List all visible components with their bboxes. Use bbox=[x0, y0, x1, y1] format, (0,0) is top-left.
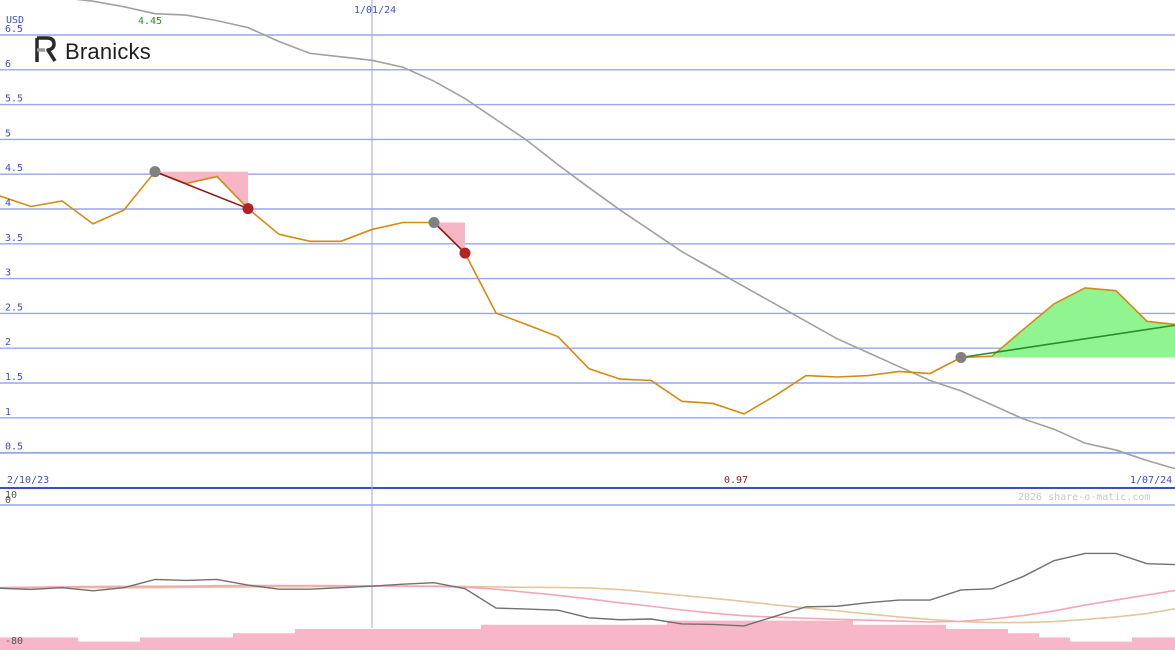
volume-bar bbox=[326, 629, 357, 650]
volume-bar bbox=[822, 620, 853, 650]
volume-bar bbox=[1101, 641, 1132, 650]
volume-bar bbox=[481, 624, 512, 650]
volume-bar bbox=[140, 637, 171, 650]
oscillator-fast-line bbox=[0, 584, 1175, 623]
y-tick-label: 6 bbox=[5, 59, 11, 70]
volume-bar bbox=[295, 629, 326, 650]
volume-bar bbox=[1008, 633, 1039, 650]
trade-exit-marker bbox=[242, 203, 254, 215]
volume-bar bbox=[636, 624, 667, 650]
volume-bar bbox=[791, 620, 822, 650]
y-tick-label: 4.5 bbox=[5, 163, 23, 174]
price-line bbox=[0, 170, 1175, 415]
y-tick-label: 0.5 bbox=[5, 442, 23, 453]
volume-bar bbox=[1070, 641, 1101, 650]
osc-tick-label: 0 bbox=[5, 495, 11, 506]
osc-tick-label: -80 bbox=[5, 636, 23, 647]
volume-bar bbox=[233, 633, 264, 650]
x-label-end: 1/07/24 bbox=[1130, 475, 1172, 486]
y-tick-label: 5 bbox=[5, 128, 11, 139]
trade-exit-marker bbox=[459, 247, 471, 259]
volume-bar bbox=[419, 629, 450, 650]
volume-bar bbox=[388, 629, 419, 650]
volume-bar bbox=[1163, 637, 1175, 650]
trade-entry-marker bbox=[955, 352, 967, 364]
volume-bar bbox=[667, 620, 698, 650]
volume-bar bbox=[853, 624, 884, 650]
y-tick-label: 1.5 bbox=[5, 372, 23, 383]
y-tick-label: 5.5 bbox=[5, 94, 23, 105]
volume-bar bbox=[47, 637, 78, 650]
volume-bar bbox=[78, 641, 109, 650]
gain-trade-fill bbox=[961, 287, 1175, 358]
x-label-start: 2/10/23 bbox=[7, 475, 49, 486]
moving-average-line bbox=[75, 0, 1175, 470]
volume-bar bbox=[884, 624, 915, 650]
y-tick-label: 1 bbox=[5, 407, 11, 418]
trough-price-label: 0.97 bbox=[724, 475, 748, 486]
volume-bar bbox=[946, 629, 977, 650]
branicks-logo-icon bbox=[33, 35, 59, 69]
price-grid bbox=[0, 0, 1175, 628]
volume-bar bbox=[977, 629, 1008, 650]
price-series bbox=[0, 0, 1175, 470]
oscillator-panel bbox=[0, 552, 1175, 650]
brand-logo: Branicks bbox=[33, 35, 151, 69]
y-tick-label: 2 bbox=[5, 337, 11, 348]
volume-bar bbox=[357, 629, 388, 650]
volume-bar bbox=[450, 629, 481, 650]
y-tick-label: 3.5 bbox=[5, 233, 23, 244]
stock-chart: USD 2/10/23 1/01/24 1/07/24 4.45 0.97 20… bbox=[0, 0, 1175, 650]
volume-bar bbox=[202, 637, 233, 650]
brand-name: Branicks bbox=[65, 39, 151, 64]
watermark: 2026 share-o-matic.com bbox=[1018, 492, 1150, 503]
volume-bar bbox=[1039, 637, 1070, 650]
trade-entry-marker bbox=[149, 166, 161, 178]
volume-bar bbox=[574, 624, 605, 650]
volume-bar bbox=[109, 641, 140, 650]
volume-bar bbox=[543, 624, 574, 650]
volume-bar bbox=[760, 620, 791, 650]
peak-price-label: 4.45 bbox=[138, 16, 162, 27]
volume-bar bbox=[512, 624, 543, 650]
x-label-marker: 1/01/24 bbox=[354, 5, 396, 16]
volume-bar bbox=[264, 633, 295, 650]
volume-bar bbox=[1132, 637, 1163, 650]
chart-text: USD 2/10/23 1/01/24 1/07/24 4.45 0.97 20… bbox=[5, 5, 1172, 647]
y-tick-label: 2.5 bbox=[5, 302, 23, 313]
volume-bar bbox=[171, 637, 202, 650]
y-tick-label: 4 bbox=[5, 198, 11, 209]
volume-bar bbox=[605, 624, 636, 650]
y-tick-label: 6.5 bbox=[5, 24, 23, 35]
volume-bar bbox=[915, 624, 946, 650]
y-tick-label: 3 bbox=[5, 268, 11, 279]
oscillator-line bbox=[0, 552, 1175, 627]
trade-entry-marker bbox=[428, 216, 440, 228]
